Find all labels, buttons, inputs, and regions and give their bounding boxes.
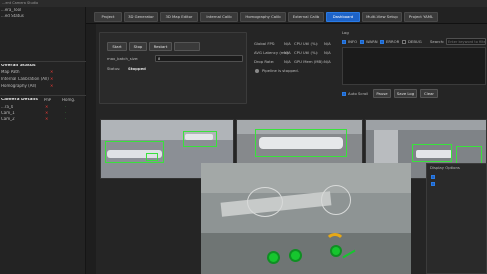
homog-check-icon: · [65,116,67,121]
sidebar: ...era_Tool ...ed Status Overall Status … [0,7,86,274]
tab-project-yaml[interactable]: Project YAML [404,12,438,22]
homog-check-icon: · [65,110,67,115]
homog-check-icon: · [65,104,67,109]
stat-label: Global FPS: [254,42,276,46]
clear-button[interactable]: Clear [420,89,438,98]
pnp-x-icon: ✕ [45,116,49,121]
tab-multi-view-setup[interactable]: Multi-View Setup [362,12,402,22]
stat-value: N/A [284,51,291,55]
detection-box [183,131,217,147]
status-label: Status: [107,67,121,71]
option-checkbox[interactable] [431,175,435,179]
detection-box [146,153,158,161]
restart-button[interactable]: Restart [149,42,172,51]
detection-box [456,146,482,164]
filter-debug-checkbox[interactable] [402,40,406,44]
dashboard-main: Start Stop Restart max_batch_size: 8 Sta… [96,24,487,274]
stop-button[interactable]: Stop [129,42,147,51]
tab-dashboard[interactable]: Dashboard [326,12,360,22]
stat-value: N/A [324,42,331,46]
stat-value: N/A [284,60,291,64]
option-checkbox[interactable] [431,182,435,186]
status-homography: Homography (All) [1,84,37,88]
pipeline-message: Pipeline is stopped. [262,69,299,73]
aircraft-silhouette [247,187,283,217]
divider [0,61,86,62]
stat-label: CPU Util (%): [294,51,319,55]
display-options-panel: Display Options [426,163,487,274]
max-batch-stepper[interactable]: 8 [155,55,243,62]
detection-box [255,129,347,157]
autoscroll-label: Auto Scroll [348,92,369,96]
log-search-input[interactable] [446,38,486,45]
stat-label: GPU Mem (MB): [294,60,324,64]
status-map-path: Map Path [1,70,20,74]
tab-bar: Project 3D Generator 3D Map Editor Inter… [86,7,487,24]
divider [0,95,86,96]
col-pnp: PnP [44,98,52,102]
filter-warn-checkbox[interactable] [360,40,364,44]
control-panel: Start Stop Restart max_batch_size: 8 Sta… [99,32,247,104]
log-title: Log [342,31,349,35]
stat-value: N/A [324,51,331,55]
tab-3d-generator[interactable]: 3D Generator [124,12,158,22]
aux-button[interactable] [174,42,200,51]
start-button[interactable]: Start [107,42,127,51]
status-value: Stopped [128,67,146,71]
camera-row-name: Cam_1 [1,111,15,115]
tab-external-calib[interactable]: External Calib [288,12,324,22]
title-bar: ...ent Camera Studio [0,0,487,7]
detection-box [412,144,452,162]
apron-region [201,163,411,193]
tab-internal-calib[interactable]: Internal Calib [200,12,238,22]
terminal-building [374,130,398,164]
filter-error-label: ERROR [386,40,400,44]
tab-3d-map-editor[interactable]: 3D Map Editor [160,12,198,22]
status-x-icon: ✕ [50,83,54,88]
pause-button[interactable]: Pause [373,89,391,98]
aircraft-silhouette [321,185,351,215]
stat-label: Drop Rate: [254,60,275,64]
max-batch-value: 8 [158,57,161,61]
filter-info-checkbox[interactable] [342,40,346,44]
status-x-icon: ✕ [50,76,54,81]
camera-row-name: Cam_2 [1,117,15,121]
display-options-title: Display Options [430,166,460,170]
pipeline-status-icon [255,69,259,73]
autoscroll-checkbox[interactable] [342,92,346,96]
taxiway-region [201,233,411,274]
pnp-x-icon: ✕ [45,104,49,109]
camera-row-name: ...ra_0 [1,105,14,109]
stat-value: N/A [284,42,291,46]
window-title: ...ent Camera Studio [2,1,39,5]
filter-warn-label: WARN [366,40,378,44]
tab-project[interactable]: Project [94,12,122,22]
col-homog: Homg. [62,98,76,102]
search-label: Search: [430,40,445,44]
sidebar-subheading: ...ed Status [1,14,24,18]
track-marker [291,251,300,260]
filter-debug-label: DEBUG [408,40,422,44]
tab-homography-calib[interactable]: Homography Calib [240,12,286,22]
sidebar-heading: ...era_Tool [1,8,22,12]
filter-error-checkbox[interactable] [380,40,384,44]
overall-status-title: Overall Status [1,64,36,68]
status-x-icon: ✕ [50,69,54,74]
save-log-button[interactable]: Save Log [394,89,417,98]
max-batch-label: max_batch_size: [107,57,139,61]
track-marker [332,247,340,255]
stat-value: N/A [324,60,331,64]
track-marker [269,253,278,262]
sky-region [366,120,486,130]
filter-info-label: INFO [348,40,358,44]
bev-map[interactable] [201,163,411,274]
stat-label: CPU Util (%): [294,42,319,46]
status-internal-calib: Internal Calibration (All) [1,77,49,81]
camera-details-title: Camera Details [1,98,38,102]
log-view[interactable] [342,47,486,85]
pnp-x-icon: ✕ [45,110,49,115]
